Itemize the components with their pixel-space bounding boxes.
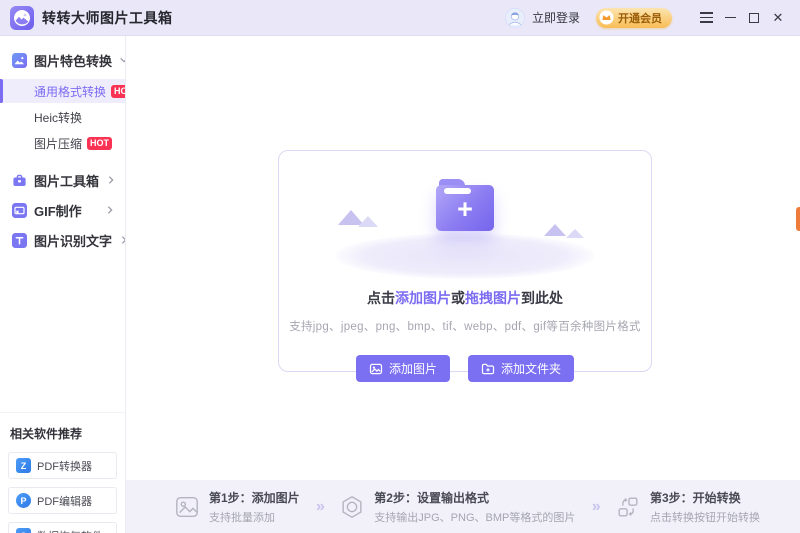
app-title: 转转大师图片工具箱 xyxy=(42,8,173,28)
sidebar-item-heic-convert[interactable]: Heic转换 xyxy=(0,105,125,129)
app-logo-icon xyxy=(10,6,34,30)
headline-text: 或 xyxy=(451,290,465,306)
login-link[interactable]: 立即登录 xyxy=(532,9,580,26)
hot-badge: HOT xyxy=(111,85,126,98)
step-1: 第1步：添加图片 支持批量添加 xyxy=(174,489,300,525)
headline-text: 点击 xyxy=(367,290,395,306)
headline-text: 到此处 xyxy=(521,290,563,306)
sidebar-group-label: 图片识别文字 xyxy=(34,231,112,250)
upload-dropzone[interactable]: + 点击添加图片或拖拽图片到此处 支持jpg、jpeg、png、bmp、tif、… xyxy=(278,150,652,372)
sidebar-subitems: 通用格式转换 HOT Heic转换 图片压缩 HOT xyxy=(0,79,125,155)
step2-title: 第2步：设置输出格式 xyxy=(374,489,575,506)
shadow-ellipse xyxy=(335,233,595,279)
headline-drag-images-link: 拖拽图片 xyxy=(465,290,521,306)
step2-settings-icon xyxy=(339,494,365,520)
upload-buttons: 添加图片 添加文件夹 xyxy=(356,355,574,382)
step1-title: 第1步：添加图片 xyxy=(209,489,300,506)
titlebar-right: 立即登录 开通会员 ✕ xyxy=(504,6,790,30)
maximize-icon xyxy=(749,13,759,23)
floating-edge-widget[interactable] xyxy=(796,207,800,231)
crown-icon xyxy=(599,10,614,25)
sidebar-item-image-compress[interactable]: 图片压缩 HOT xyxy=(0,131,125,155)
chevron-right-icon xyxy=(106,175,116,185)
sidebar-subitem-label: Heic转换 xyxy=(34,109,82,126)
sidebar-subitem-label: 图片压缩 xyxy=(34,135,82,152)
step1-desc: 支持批量添加 xyxy=(209,509,300,525)
toolbox-icon xyxy=(12,173,27,188)
steps-bar: 第1步：添加图片 支持批量添加 » 第2步：设置输出格式 支持输出JPG、PNG… xyxy=(126,480,800,533)
minimize-button[interactable] xyxy=(718,6,742,30)
menu-button[interactable] xyxy=(694,6,718,30)
vip-button[interactable]: 开通会员 xyxy=(596,8,672,28)
pdf-converter-icon: Z xyxy=(16,458,31,473)
chevron-right-icon xyxy=(119,235,126,245)
step2-desc: 支持输出JPG、PNG、BMP等格式的图片 xyxy=(374,509,575,525)
sidebar-group-label: GIF制作 xyxy=(34,201,82,220)
related-software-label: PDF转换器 xyxy=(37,458,92,474)
related-software-pdf-converter[interactable]: Z PDF转换器 xyxy=(8,452,117,479)
add-folder-plus-icon: + xyxy=(436,179,494,231)
hamburger-icon xyxy=(700,12,713,23)
sidebar-group-image-toolbox[interactable]: 图片工具箱 xyxy=(0,165,125,195)
sidebar-group-label: 图片特色转换 xyxy=(34,51,112,70)
titlebar: 转转大师图片工具箱 立即登录 开通会员 xyxy=(0,0,800,36)
chevron-down-icon xyxy=(119,55,126,65)
sidebar-group-image-ocr[interactable]: 图片识别文字 xyxy=(0,225,125,255)
sidebar-group-label: 图片工具箱 xyxy=(34,171,99,190)
step-arrow-icon: » xyxy=(592,498,599,516)
avatar[interactable] xyxy=(504,7,526,29)
add-images-button[interactable]: 添加图片 xyxy=(356,355,450,382)
related-software-data-recovery[interactable]: Q 数据恢复软件 xyxy=(8,522,117,533)
maximize-button[interactable] xyxy=(742,6,766,30)
step-arrow-icon: » xyxy=(316,498,323,516)
add-folder-button[interactable]: 添加文件夹 xyxy=(468,355,574,382)
step1-image-icon xyxy=(174,494,200,520)
upload-illustration: + xyxy=(330,177,600,279)
related-software-title: 相关软件推荐 xyxy=(10,425,115,442)
data-recovery-icon: Q xyxy=(16,528,31,533)
folder-icon xyxy=(481,362,495,376)
close-button[interactable]: ✕ xyxy=(766,6,790,30)
mountain-decor xyxy=(544,221,566,236)
sidebar-item-universal-format-convert[interactable]: 通用格式转换 HOT xyxy=(0,79,125,103)
main-content: + 点击添加图片或拖拽图片到此处 支持jpg、jpeg、png、bmp、tif、… xyxy=(126,36,800,480)
step-2: 第2步：设置输出格式 支持输出JPG、PNG、BMP等格式的图片 xyxy=(339,489,575,525)
sidebar: 图片特色转换 通用格式转换 HOT Heic转换 图片压缩 HOT xyxy=(0,36,126,533)
supported-formats-hint: 支持jpg、jpeg、png、bmp、tif、webp、pdf、gif等百余种图… xyxy=(289,318,641,334)
sidebar-nav: 图片特色转换 通用格式转换 HOT Heic转换 图片压缩 HOT xyxy=(0,36,125,255)
mountain-decor xyxy=(566,226,584,238)
related-software-label: 数据恢复软件 xyxy=(37,528,103,533)
text-recognize-icon xyxy=(12,233,27,248)
step3-desc: 点击转换按钮开始转换 xyxy=(650,509,760,525)
step-3: 第3步：开始转换 点击转换按钮开始转换 xyxy=(615,489,760,525)
minimize-icon xyxy=(725,17,736,19)
sidebar-group-gif-maker[interactable]: GIF制作 xyxy=(0,195,125,225)
add-images-label: 添加图片 xyxy=(389,360,437,377)
pdf-editor-icon: P xyxy=(16,493,31,508)
sidebar-group-image-special-convert[interactable]: 图片特色转换 xyxy=(0,45,125,75)
upload-headline: 点击添加图片或拖拽图片到此处 xyxy=(367,288,563,308)
image-icon xyxy=(369,362,383,376)
chevron-right-icon xyxy=(105,205,115,215)
related-software-section: 相关软件推荐 Z PDF转换器 P PDF编辑器 Q 数据恢复软件 xyxy=(0,412,125,533)
add-folder-label: 添加文件夹 xyxy=(501,360,561,377)
sidebar-subitem-label: 通用格式转换 xyxy=(34,83,106,100)
related-software-label: PDF编辑器 xyxy=(37,493,92,509)
step3-title: 第3步：开始转换 xyxy=(650,489,760,506)
vip-label: 开通会员 xyxy=(618,10,662,26)
related-software-pdf-editor[interactable]: P PDF编辑器 xyxy=(8,487,117,514)
headline-add-images-link[interactable]: 添加图片 xyxy=(395,290,451,306)
app-window: 转转大师图片工具箱 立即登录 开通会员 xyxy=(0,0,800,533)
image-convert-icon xyxy=(12,53,27,68)
step3-convert-icon xyxy=(615,494,641,520)
mountain-decor xyxy=(358,213,378,227)
titlebar-left: 转转大师图片工具箱 xyxy=(10,6,173,30)
hot-badge: HOT xyxy=(87,137,112,150)
gif-icon xyxy=(12,203,27,218)
